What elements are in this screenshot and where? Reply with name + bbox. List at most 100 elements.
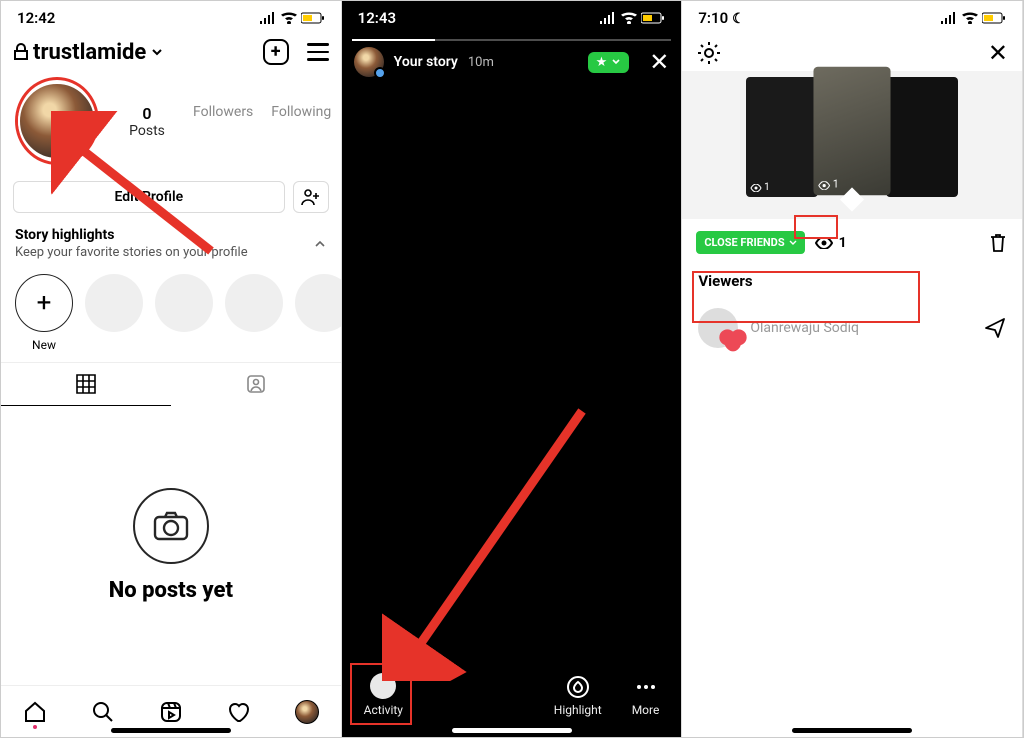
edit-profile-button[interactable]: Edit Profile — [13, 181, 285, 213]
close-friends-badge[interactable]: CLOSE FRIENDS — [696, 231, 804, 254]
username-switcher[interactable]: trustlamide — [13, 40, 164, 65]
grid-icon — [75, 373, 97, 395]
story-viewers-screen: 7:10☾ ✕ 1 1 CLOSE FRIENDS 1 — [682, 1, 1023, 737]
moon-icon: ☾ — [732, 11, 745, 27]
story-thumbnail-active[interactable]: 1 — [814, 67, 891, 195]
story-progress-bar — [352, 39, 672, 41]
posts-label: Posts — [119, 123, 175, 139]
empty-posts-area: No posts yet — [1, 406, 341, 685]
profile-avatar-story-ring[interactable] — [15, 77, 99, 165]
plus-circle-icon: + — [15, 274, 73, 332]
status-time: 12:42 — [17, 9, 55, 27]
tagged-icon — [245, 373, 267, 395]
activity-label: Activity — [364, 703, 403, 717]
gear-icon — [696, 40, 722, 66]
delete-button[interactable] — [988, 232, 1008, 254]
viewer-avatar-icon — [370, 673, 396, 699]
status-icons — [599, 12, 665, 24]
highlight-new-button[interactable]: + New — [15, 274, 73, 352]
story-thumbnails: 1 1 — [682, 71, 1022, 219]
status-icons — [940, 12, 1006, 24]
profile-tabs — [1, 362, 341, 406]
nav-profile[interactable] — [294, 699, 320, 725]
highlight-placeholder — [295, 274, 342, 352]
highlight-placeholder — [225, 274, 283, 352]
nav-search[interactable] — [90, 699, 116, 725]
status-bar: 12:43 — [342, 1, 682, 35]
story-time: 10m — [468, 55, 494, 70]
no-posts-text: No posts yet — [109, 578, 233, 603]
camera-icon — [133, 488, 209, 564]
stat-followers[interactable]: Followers — [193, 104, 253, 139]
close-friends-pill[interactable]: ★ — [588, 52, 630, 73]
more-label: More — [632, 703, 660, 717]
send-button[interactable] — [984, 317, 1006, 339]
discover-people-button[interactable] — [293, 181, 329, 213]
stat-following[interactable]: Following — [271, 104, 331, 139]
paper-plane-icon — [984, 317, 1006, 339]
viewer-name: Olanrewaju Sodiq — [750, 320, 859, 336]
eye-icon — [815, 237, 833, 249]
chevron-up-icon[interactable] — [313, 237, 327, 251]
add-badge-icon — [374, 67, 386, 79]
nav-activity[interactable] — [226, 699, 252, 725]
status-bar: 7:10☾ — [682, 1, 1022, 35]
more-button[interactable]: More — [632, 675, 660, 717]
menu-button[interactable] — [307, 43, 329, 61]
chevron-down-icon — [150, 45, 164, 59]
close-friends-label: CLOSE FRIENDS — [704, 236, 784, 249]
home-indicator — [452, 728, 572, 733]
highlight-icon — [566, 675, 590, 699]
tab-grid[interactable] — [1, 363, 171, 406]
create-post-button[interactable]: + — [263, 39, 289, 65]
story-title: Your story — [394, 54, 458, 70]
highlights-title: Story highlights — [15, 227, 248, 243]
highlight-label: Highlight — [554, 703, 602, 717]
highlight-button[interactable]: Highlight — [554, 675, 602, 717]
status-time: 12:43 — [358, 9, 396, 27]
highlight-new-label: New — [15, 338, 73, 352]
stat-posts[interactable]: 0 Posts — [119, 104, 175, 139]
story-avatar[interactable] — [354, 47, 384, 77]
profile-stats: 0 Posts Followers Following — [119, 104, 331, 139]
viewer-avatar — [698, 308, 738, 348]
more-icon — [634, 675, 658, 699]
home-indicator — [111, 728, 231, 733]
chevron-down-icon — [611, 57, 621, 67]
viewer-row[interactable]: Olanrewaju Sodiq — [682, 298, 1022, 358]
view-count[interactable]: 1 — [815, 235, 847, 251]
story-view-screen: 12:43 Your story 10m ★ ✕ Activity Highli… — [342, 1, 683, 737]
trash-icon — [988, 232, 1008, 254]
plus-icon: + — [271, 43, 281, 61]
profile-topbar: trustlamide + — [1, 35, 341, 71]
story-content[interactable] — [342, 83, 682, 663]
close-button[interactable]: ✕ — [988, 39, 1008, 67]
story-highlights-section: Story highlights Keep your favorite stor… — [1, 223, 341, 362]
story-meta-row: CLOSE FRIENDS 1 — [682, 219, 1022, 266]
heart-icon — [722, 332, 745, 355]
profile-screen: 12:42 trustlamide + 0 Pos — [1, 1, 342, 737]
settings-button[interactable] — [696, 40, 722, 66]
view-count-number: 1 — [839, 235, 847, 251]
nav-home[interactable] — [22, 699, 48, 725]
story-thumbnail[interactable] — [886, 77, 958, 197]
tab-tagged[interactable] — [171, 363, 341, 406]
home-indicator — [792, 728, 912, 733]
posts-count: 0 — [119, 104, 175, 123]
thumbnail-views: 1 — [750, 182, 770, 193]
lock-icon — [13, 43, 29, 61]
highlight-placeholder — [155, 274, 213, 352]
activity-button[interactable]: Activity — [364, 673, 403, 717]
following-label: Following — [271, 104, 331, 120]
nav-reels[interactable] — [158, 699, 184, 725]
username-text: trustlamide — [33, 40, 146, 65]
profile-avatar-small — [295, 700, 319, 724]
viewers-header: Viewers — [682, 266, 1022, 298]
close-button[interactable]: ✕ — [649, 48, 669, 76]
thumbnail-views: 1 — [818, 179, 839, 191]
story-thumbnail[interactable]: 1 — [746, 77, 818, 197]
chevron-down-icon — [789, 239, 797, 247]
profile-header: 0 Posts Followers Following — [1, 71, 341, 171]
story-header: Your story 10m ★ ✕ — [342, 41, 682, 83]
highlight-placeholder — [85, 274, 143, 352]
